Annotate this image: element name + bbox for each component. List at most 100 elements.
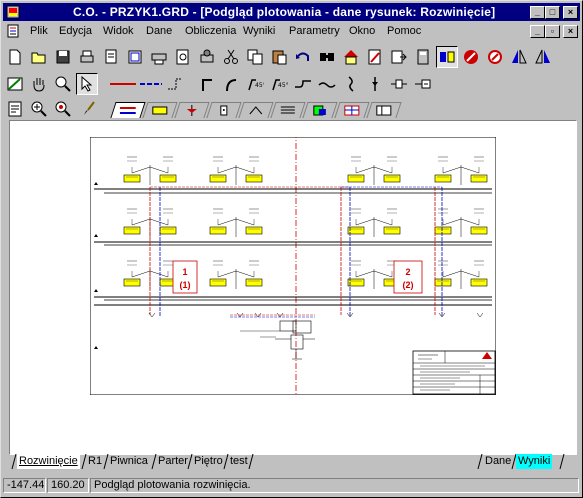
lines-tab[interactable] bbox=[270, 102, 306, 118]
undo-icon[interactable] bbox=[292, 46, 314, 68]
fitting-icon[interactable] bbox=[388, 73, 410, 95]
circuit-1-label: 1 bbox=[182, 267, 187, 277]
drawing-sheet: 1 (1) 2 (2) bbox=[90, 137, 496, 395]
flip-left-icon[interactable] bbox=[508, 46, 530, 68]
paste-icon[interactable] bbox=[268, 46, 290, 68]
find-icon[interactable] bbox=[316, 46, 338, 68]
menu-parametry[interactable]: Parametry bbox=[289, 25, 340, 37]
radiator bbox=[470, 226, 488, 235]
tab-test[interactable]: test bbox=[228, 454, 250, 469]
print-icon[interactable] bbox=[76, 46, 98, 68]
stop-icon[interactable] bbox=[460, 46, 482, 68]
pan-hand-icon[interactable] bbox=[28, 73, 50, 95]
mdi-restore-button[interactable]: ▫ bbox=[545, 25, 560, 38]
status-y-coordinate: 160.20 bbox=[47, 478, 89, 493]
draw-mode-icon[interactable] bbox=[4, 73, 26, 95]
document-icon[interactable] bbox=[6, 24, 20, 38]
menu-widok[interactable]: Widok bbox=[103, 25, 134, 37]
elbow-45-left-icon[interactable]: 45° bbox=[244, 73, 266, 95]
tab-piwnica[interactable]: Piwnica bbox=[108, 454, 150, 469]
mdi-close-button[interactable]: × bbox=[563, 25, 578, 38]
save-icon[interactable] bbox=[52, 46, 74, 68]
settings-icon[interactable] bbox=[484, 46, 506, 68]
radiator bbox=[245, 278, 263, 287]
menu-plik[interactable]: Plik bbox=[30, 25, 48, 37]
minimize-button[interactable]: _ bbox=[530, 6, 545, 19]
menu-dane[interactable]: Dane bbox=[146, 25, 172, 37]
copy-icon[interactable] bbox=[244, 46, 266, 68]
open-folder-icon[interactable] bbox=[28, 46, 50, 68]
radiator bbox=[434, 278, 452, 287]
connector-icon[interactable] bbox=[412, 73, 434, 95]
symbol-tab[interactable] bbox=[302, 102, 338, 118]
menu-wyniki[interactable]: Wyniki bbox=[243, 25, 275, 37]
mdi-minimize-button[interactable]: _ bbox=[530, 25, 545, 38]
tab-dane[interactable]: Dane bbox=[483, 454, 513, 469]
grid-tab[interactable] bbox=[334, 102, 370, 118]
element2-tab[interactable] bbox=[238, 102, 274, 118]
radiator bbox=[470, 174, 488, 183]
valve-icon[interactable] bbox=[364, 73, 386, 95]
drawing-toolbar: 45° 45° bbox=[3, 72, 580, 96]
page-setup-icon[interactable] bbox=[124, 46, 146, 68]
pipe-supply-icon[interactable] bbox=[108, 73, 138, 95]
close-button[interactable]: × bbox=[563, 6, 578, 19]
radiator bbox=[470, 278, 488, 287]
radiator bbox=[383, 174, 401, 183]
plot-preview-canvas[interactable]: 1 (1) 2 (2) bbox=[9, 120, 577, 455]
title-block bbox=[412, 350, 496, 395]
circuit-2-label: 2 bbox=[405, 267, 410, 277]
maximize-button[interactable]: □ bbox=[545, 6, 560, 19]
radiator-tab[interactable] bbox=[142, 102, 178, 118]
tab-rozwiniecie[interactable]: Rozwinięcie bbox=[17, 454, 80, 469]
menu-edycja[interactable]: Edycja bbox=[59, 25, 92, 37]
svg-text:45°: 45° bbox=[278, 82, 288, 89]
elbow-45-right-icon[interactable]: 45° bbox=[268, 73, 290, 95]
radiator bbox=[159, 226, 177, 235]
properties-icon[interactable] bbox=[4, 98, 26, 120]
pipe-bend-icon[interactable] bbox=[292, 73, 314, 95]
calculator-icon[interactable] bbox=[412, 46, 434, 68]
compare-icon[interactable] bbox=[436, 46, 458, 68]
print-setup-icon[interactable] bbox=[196, 46, 218, 68]
select-arrow-icon[interactable] bbox=[76, 73, 98, 95]
tab-r1[interactable]: R1 bbox=[86, 454, 104, 469]
table-tab[interactable] bbox=[366, 102, 402, 118]
print-preview-icon[interactable] bbox=[100, 46, 122, 68]
brush-icon[interactable] bbox=[78, 98, 100, 120]
plot-icon[interactable] bbox=[148, 46, 170, 68]
menu-obliczenia[interactable]: Obliczenia bbox=[185, 25, 236, 37]
radiator bbox=[245, 174, 263, 183]
elbow-90-icon[interactable] bbox=[196, 73, 218, 95]
building-icon[interactable] bbox=[340, 46, 362, 68]
zoom-in-icon[interactable] bbox=[28, 98, 50, 120]
zoom-page-icon[interactable] bbox=[172, 46, 194, 68]
menu-pomoc[interactable]: Pomoc bbox=[387, 25, 421, 37]
pipe-s-icon[interactable] bbox=[316, 73, 338, 95]
riser-icon[interactable] bbox=[340, 73, 362, 95]
radiator bbox=[123, 278, 141, 287]
tab-wyniki[interactable]: Wyniki bbox=[516, 454, 553, 469]
flip-right-icon[interactable] bbox=[532, 46, 554, 68]
node-icon[interactable] bbox=[164, 73, 186, 95]
radiator bbox=[209, 174, 227, 183]
new-file-icon[interactable] bbox=[4, 46, 26, 68]
menu-okno[interactable]: Okno bbox=[349, 25, 375, 37]
element-tab[interactable] bbox=[206, 102, 242, 118]
zoom-fit-icon[interactable] bbox=[52, 98, 74, 120]
svg-text:45°: 45° bbox=[255, 82, 264, 89]
tab-pietro[interactable]: Piętro bbox=[192, 454, 225, 469]
pipes-tab[interactable] bbox=[110, 102, 146, 118]
cut-icon[interactable] bbox=[220, 46, 242, 68]
elbow-curve-icon[interactable] bbox=[220, 73, 242, 95]
app-icon[interactable] bbox=[6, 5, 20, 19]
pipe-return-icon[interactable] bbox=[138, 73, 164, 95]
zoom-icon[interactable] bbox=[52, 73, 74, 95]
valve-tab[interactable] bbox=[174, 102, 210, 118]
export-icon[interactable] bbox=[388, 46, 410, 68]
edit-icon[interactable] bbox=[364, 46, 386, 68]
title-bar[interactable]: C.O. - PRZYK1.GRD - [Podgląd plotowania … bbox=[3, 3, 580, 21]
status-message: Podgląd plotowania rozwinięcia. bbox=[90, 478, 579, 493]
circuit-2-sublabel: (2) bbox=[403, 280, 414, 290]
tab-parter[interactable]: Parter bbox=[156, 454, 190, 469]
